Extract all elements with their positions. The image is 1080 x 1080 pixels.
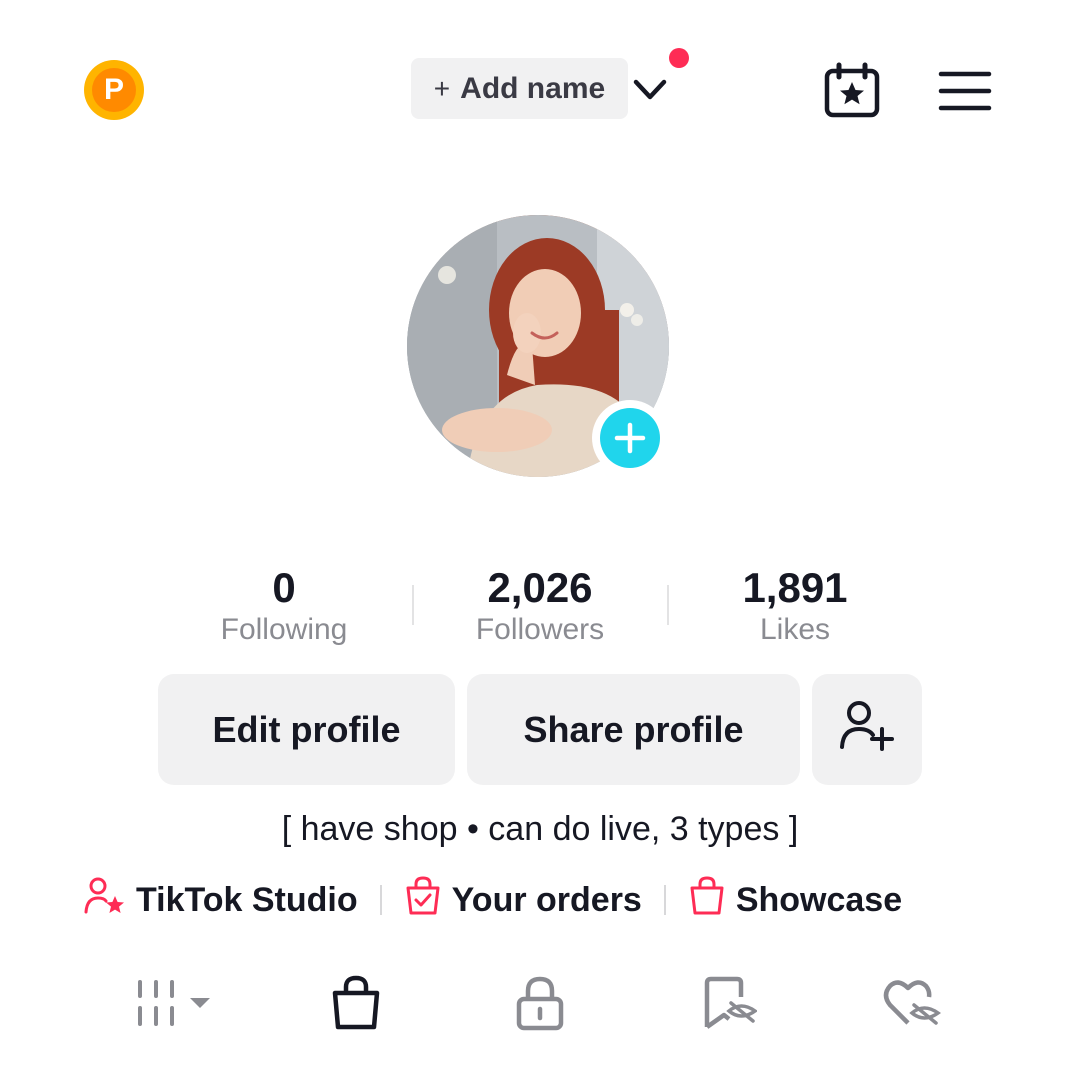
- chevron-down-icon[interactable]: [630, 70, 670, 110]
- share-profile-button[interactable]: Share profile: [467, 674, 800, 785]
- edit-profile-button[interactable]: Edit profile: [158, 674, 455, 785]
- link-your-orders-label: Your orders: [451, 880, 642, 919]
- tab-private[interactable]: [505, 970, 575, 1040]
- coin-icon[interactable]: P: [84, 60, 144, 120]
- tab-videos[interactable]: [136, 970, 216, 1040]
- stat-followers-value: 2,026: [487, 564, 593, 611]
- liked-hidden-icon: [880, 975, 942, 1036]
- creator-star-icon: [84, 876, 136, 925]
- stat-divider: [667, 585, 669, 625]
- stat-following-value: 0: [272, 564, 296, 611]
- stat-following-label: Following: [220, 613, 348, 646]
- link-your-orders[interactable]: Your orders: [404, 875, 642, 925]
- lock-icon: [515, 975, 565, 1036]
- calendar-star-icon[interactable]: [822, 62, 882, 118]
- add-user-icon: [839, 699, 895, 760]
- shop-bag-icon: [330, 975, 382, 1036]
- link-separator: [663, 885, 666, 915]
- tab-favorites[interactable]: [692, 970, 762, 1040]
- tab-liked[interactable]: [876, 970, 946, 1040]
- tab-shop[interactable]: [321, 970, 391, 1040]
- link-tiktok-studio-label: TikTok Studio: [136, 880, 358, 919]
- orders-bag-icon: [404, 875, 452, 925]
- link-showcase[interactable]: Showcase: [688, 875, 903, 925]
- stat-likes[interactable]: 1,891 Likes: [675, 562, 915, 648]
- stat-likes-label: Likes: [759, 613, 831, 646]
- stat-followers-label: Followers: [475, 613, 605, 646]
- stat-likes-value: 1,891: [742, 564, 848, 611]
- add-name-button[interactable]: + Add name: [411, 58, 628, 119]
- add-name-label: Add name: [460, 71, 606, 105]
- stat-followers[interactable]: 2,026 Followers: [420, 562, 660, 648]
- link-showcase-label: Showcase: [735, 880, 903, 919]
- add-name-plus: +: [433, 72, 451, 104]
- grid-videos-icon: [136, 978, 216, 1033]
- stat-following[interactable]: 0 Following: [164, 562, 404, 648]
- link-tiktok-studio[interactable]: TikTok Studio: [84, 876, 358, 925]
- link-separator: [379, 885, 382, 915]
- shopping-bag-icon: [688, 875, 736, 925]
- menu-icon[interactable]: [938, 70, 992, 112]
- add-avatar-button[interactable]: [592, 400, 668, 476]
- add-friend-button[interactable]: [812, 674, 922, 785]
- stat-divider: [412, 585, 414, 625]
- coin-letter: P: [92, 68, 136, 112]
- profile-links: TikTok Studio Your orders Showcase: [84, 870, 902, 930]
- profile-bio: [ have shop • can do live, 3 types ]: [281, 810, 799, 848]
- notification-dot: [669, 48, 689, 68]
- plus-icon: [600, 408, 660, 468]
- favorites-hidden-icon: [697, 975, 759, 1036]
